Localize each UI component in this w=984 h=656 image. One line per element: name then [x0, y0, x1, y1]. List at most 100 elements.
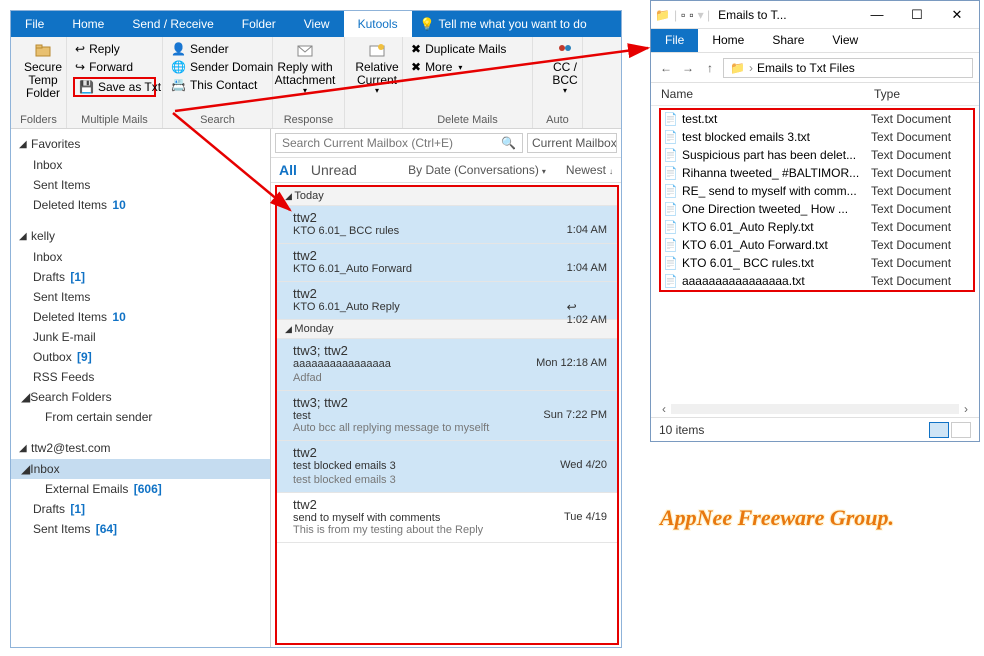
nav-item[interactable]: Inbox [11, 155, 270, 175]
message-item[interactable]: ttw2send to myself with commentsThis is … [277, 493, 617, 543]
file-row[interactable]: 📄KTO 6.01_ BCC rules.txtText Document [663, 254, 971, 272]
column-type[interactable]: Type [874, 87, 979, 101]
sort-newest[interactable]: Newest ↓ [566, 163, 613, 177]
details-view-button[interactable] [929, 422, 949, 438]
text-file-icon: 📄 [663, 112, 678, 126]
message-item[interactable]: ttw2KTO 6.01_Auto Reply↩1:02 AM [277, 282, 617, 320]
chevron-down-icon: ▾ [563, 87, 567, 96]
sort-by-date[interactable]: By Date (Conversations) ▾ [408, 163, 546, 177]
file-row[interactable]: 📄RE_ send to myself with comm...Text Doc… [663, 182, 971, 200]
file-row[interactable]: 📄test blocked emails 3.txtText Document [663, 128, 971, 146]
message-item[interactable]: ttw3; ttw2testAuto bcc all replying mess… [277, 391, 617, 441]
file-row[interactable]: 📄One Direction tweeted_ How ...Text Docu… [663, 200, 971, 218]
breadcrumb[interactable]: 📁 › Emails to Txt Files [723, 58, 973, 78]
tab-share[interactable]: Share [758, 29, 818, 52]
chevron-down-icon: ▾ [542, 167, 546, 176]
nav-item[interactable]: Deleted Items 10 [11, 307, 270, 327]
file-row[interactable]: 📄KTO 6.01_Auto Forward.txtText Document [663, 236, 971, 254]
sender-domain-button[interactable]: 🌐Sender Domain [169, 59, 266, 75]
horizontal-scrollbar[interactable]: ‹› [657, 401, 973, 417]
qat-icon[interactable]: ▫ [681, 8, 685, 22]
reply-button[interactable]: ↩Reply [73, 41, 156, 57]
nav-item[interactable]: Sent Items [64] [11, 519, 270, 539]
nav-kelly[interactable]: ◢kelly [11, 225, 270, 247]
item-count: 10 items [659, 423, 704, 437]
nav-item[interactable]: Junk E-mail [11, 327, 270, 347]
message-from: ttw2 [293, 497, 607, 512]
search-input[interactable]: Search Current Mailbox (Ctrl+E) 🔍 [275, 133, 523, 153]
nav-item[interactable]: RSS Feeds [11, 367, 270, 387]
message-preview: test blocked emails 3 [293, 472, 607, 486]
nav-item-label: Drafts [33, 270, 65, 284]
search-icon[interactable]: 🔍 [501, 136, 516, 150]
envelope-star-icon [369, 43, 385, 59]
cc-bcc-button[interactable]: CC / BCC ▾ [539, 41, 591, 96]
nav-favorites[interactable]: ◢Favorites [11, 133, 270, 155]
group-folders-label: Folders [11, 114, 66, 126]
tab-home[interactable]: Home [58, 11, 118, 37]
file-row[interactable]: 📄Suspicious part has been delet...Text D… [663, 146, 971, 164]
sender-button[interactable]: 👤Sender [169, 41, 266, 57]
nav-item[interactable]: ◢Search Folders [11, 387, 270, 407]
tab-file[interactable]: File [11, 11, 58, 37]
this-contact-button[interactable]: 📇This Contact [169, 77, 266, 93]
qat-icon[interactable]: ▫ [689, 8, 693, 22]
nav-item[interactable]: ◢Inbox [11, 459, 270, 479]
file-row[interactable]: 📄KTO 6.01_Auto Reply.txtText Document [663, 218, 971, 236]
forward-icon: ↪ [75, 60, 85, 74]
nav-item[interactable]: Drafts [1] [11, 267, 270, 287]
secure-temp-folder-button[interactable]: Secure Temp Folder [17, 41, 69, 101]
nav-item-label: RSS Feeds [33, 370, 94, 384]
message-preview: Auto bcc all replying message to myselft [293, 422, 607, 434]
nav-item-label: Sent Items [33, 178, 90, 192]
text-file-icon: 📄 [663, 130, 678, 144]
tab-home[interactable]: Home [698, 29, 758, 52]
column-name[interactable]: Name [661, 87, 874, 101]
icons-view-button[interactable] [951, 422, 971, 438]
nav-item-count: 10 [112, 310, 125, 324]
tab-send-receive[interactable]: Send / Receive [118, 11, 227, 37]
message-time: ↩1:02 AM [567, 300, 607, 326]
maximize-button[interactable]: ☐ [899, 7, 935, 23]
tab-view[interactable]: View [818, 29, 872, 52]
nav-item[interactable]: Sent Items [11, 175, 270, 195]
search-placeholder: Search Current Mailbox (Ctrl+E) [282, 136, 453, 150]
filter-all[interactable]: All [279, 162, 297, 178]
tell-me-search[interactable]: 💡 Tell me what you want to do [412, 17, 595, 31]
close-button[interactable]: ✕ [939, 7, 975, 23]
minimize-button[interactable]: — [859, 7, 895, 22]
message-item[interactable]: ttw2test blocked emails 3test blocked em… [277, 441, 617, 493]
back-button[interactable]: ← [657, 61, 675, 75]
nav-ttw2[interactable]: ◢ttw2@test.com [11, 437, 270, 459]
filter-unread[interactable]: Unread [311, 162, 357, 178]
search-scope[interactable]: Current Mailbox [527, 133, 617, 153]
file-row[interactable]: 📄aaaaaaaaaaaaaaaa.txtText Document [663, 272, 971, 290]
nav-item[interactable]: Sent Items [11, 287, 270, 307]
duplicate-mails-button[interactable]: ✖Duplicate Mails [409, 41, 526, 57]
tab-file[interactable]: File [651, 29, 698, 52]
message-item[interactable]: ttw3; ttw2aaaaaaaaaaaaaaaaAdfad Mon 12:1… [277, 339, 617, 391]
reply-with-attachment-button[interactable]: Reply with Attachment ▾ [279, 41, 331, 96]
nav-item[interactable]: From certain sender [11, 407, 270, 427]
message-time: Wed 4/20 [560, 459, 607, 471]
nav-item[interactable]: Outbox [9] [11, 347, 270, 367]
forward-button[interactable]: → [679, 61, 697, 75]
message-item[interactable]: ttw2KTO 6.01_Auto Forward1:04 AM [277, 244, 617, 282]
file-row[interactable]: 📄test.txtText Document [663, 110, 971, 128]
tab-kutools[interactable]: Kutools [344, 11, 412, 37]
message-item[interactable]: ttw2KTO 6.01_ BCC rules1:04 AM [277, 206, 617, 244]
relative-current-button[interactable]: Relative Current ▾ [351, 41, 403, 96]
up-button[interactable]: ↑ [701, 61, 719, 75]
file-row[interactable]: 📄Rihanna tweeted_ #BALTIMOR...Text Docum… [663, 164, 971, 182]
forward-button[interactable]: ↪Forward [73, 59, 156, 75]
tab-folder[interactable]: Folder [228, 11, 290, 37]
nav-item[interactable]: Drafts [1] [11, 499, 270, 519]
tab-view[interactable]: View [290, 11, 344, 37]
file-name: RE_ send to myself with comm... [682, 184, 857, 198]
save-as-txt-button[interactable]: 💾Save as Txt [73, 77, 156, 97]
more-button[interactable]: ✖More▾ [409, 59, 526, 75]
nav-item[interactable]: Inbox [11, 247, 270, 267]
nav-item[interactable]: Deleted Items 10 [11, 195, 270, 215]
message-group-header[interactable]: Today [277, 187, 617, 206]
nav-item[interactable]: External Emails [606] [11, 479, 270, 499]
